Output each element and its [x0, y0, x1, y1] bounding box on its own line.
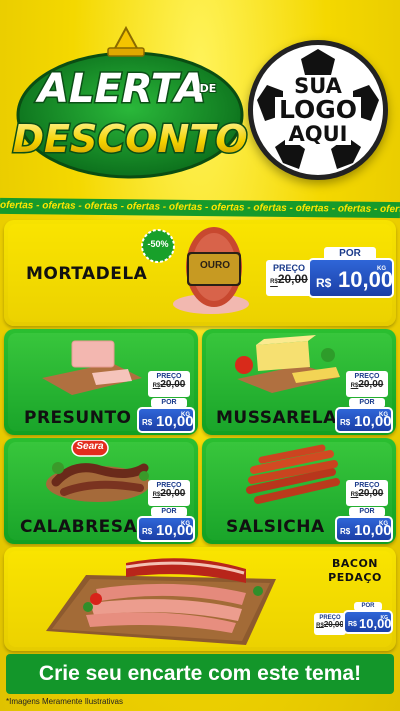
new-price: R$ 10,00 KG — [137, 407, 195, 433]
product-card-mussarela[interactable]: MUSSARELA PREÇO R$20,00 POR R$ 10,00 KG — [202, 329, 396, 435]
logo-placeholder: SUA LOGO AQUI — [248, 40, 388, 180]
header: ALERTA DE DESCONTO SUA LOGO AQUI — [0, 0, 400, 200]
alerta-text: ALERTA — [35, 66, 206, 112]
preco-tag: PREÇO R$20,00 — [346, 371, 388, 397]
presunto-image — [42, 340, 142, 395]
product-name-line-2: PEDAÇO — [328, 571, 382, 584]
product-card-bacon[interactable]: BACON PEDAÇO PREÇO R$20,00 POR R$ 10,00 … — [4, 547, 396, 651]
de-text: DE — [200, 82, 217, 95]
product-name: MORTADELA — [26, 264, 148, 284]
new-price: R$ 10,00 KG — [335, 516, 393, 542]
product-card-salsicha[interactable]: SALSICHA PREÇO R$20,00 POR R$ 10,00 KG — [202, 438, 396, 544]
preco-tag: PREÇO R$20,00 — [266, 260, 312, 296]
preco-tag: PREÇO R$20,00 — [148, 480, 190, 506]
new-price: R$ 10,00 KG — [137, 516, 195, 542]
product-name-line-1: BACON — [331, 557, 379, 570]
preco-tag: PREÇO R$20,00 — [314, 613, 346, 635]
mussarela-image — [235, 335, 340, 393]
product-card-mortadela[interactable]: MORTADELA -50% OURO PREÇO R$20,00 POR R$… — [4, 220, 396, 326]
preco-tag: PREÇO R$20,00 — [346, 480, 388, 506]
brand-label: Seara — [76, 441, 104, 452]
product-card-presunto[interactable]: PRESUNTO PREÇO R$20,00 POR R$ 10,00 KG — [4, 329, 198, 435]
mortadela-image — [173, 227, 249, 314]
logo-line-3: AQUI — [284, 123, 352, 145]
product-name: PRESUNTO — [24, 408, 132, 428]
logo-line-2: LOGO — [274, 96, 362, 124]
desconto-text: DESCONTO — [12, 117, 247, 161]
salsicha-image — [246, 444, 340, 504]
logo-line-1: SUA — [290, 75, 346, 97]
product-name: SALSICHA — [226, 517, 325, 537]
product-name: MUSSARELA — [216, 408, 337, 428]
preco-tag: PREÇO R$20,00 — [148, 371, 190, 397]
product-name: CALABRESA — [20, 517, 138, 537]
ofertas-ticker: ofertas - ofertas - ofertas - ofertas - … — [0, 197, 400, 219]
alerta-de-desconto-badge: ALERTA DE DESCONTO — [11, 25, 249, 179]
new-price: R$ 10,00 KG — [343, 610, 393, 634]
bacon-image — [46, 558, 276, 645]
new-price: R$ 10,00 KG — [308, 258, 394, 298]
brand-label: OURO — [200, 260, 230, 271]
disclaimer: *Imagens Meramente Ilustrativas — [6, 697, 123, 706]
product-card-calabresa[interactable]: Seara CALABRESA PREÇO R$20,00 POR R$ 10,… — [4, 438, 198, 544]
new-price: R$ 10,00 KG — [335, 407, 393, 433]
cta-banner[interactable]: Crie seu encarte com este tema! — [6, 654, 394, 694]
